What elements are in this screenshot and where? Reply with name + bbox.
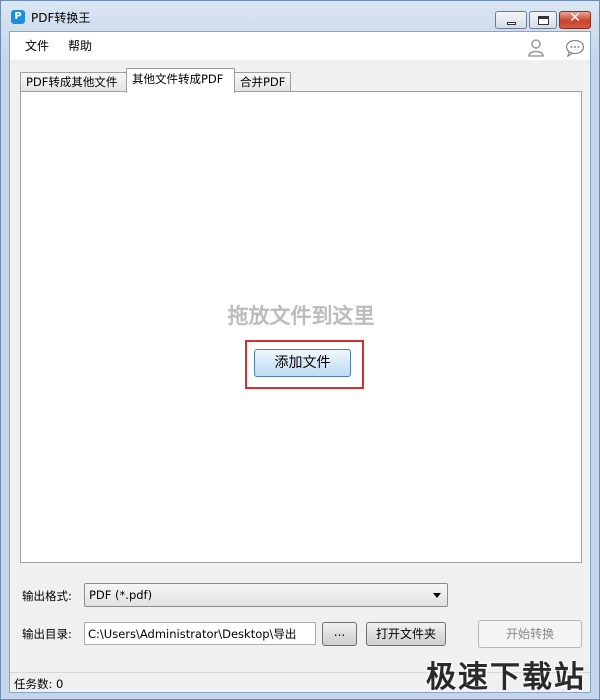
minimize-icon [507,22,516,25]
title-bar: P PDF转换王 ✕ [1,1,599,31]
tab-merge-pdf[interactable]: 合并PDF [234,72,291,92]
close-button[interactable]: ✕ [559,10,591,29]
add-file-button[interactable]: 添加文件 [254,349,351,377]
menu-bar: 文件 帮助 [10,32,590,60]
user-icon[interactable] [528,39,544,57]
menu-file[interactable]: 文件 [25,37,49,54]
output-format-select[interactable]: PDF (*.pdf) [84,583,448,607]
chevron-down-icon [433,593,441,598]
tab-pdf-to-other[interactable]: PDF转成其他文件 [20,72,127,92]
output-format-value: PDF (*.pdf) [89,588,153,602]
client-area: 文件 帮助 PDF转成其他文件 其他文件转成PDF 合并PDF 拖放文件到这里 … [9,31,591,693]
output-dir-label: 输出目录: [22,627,72,641]
tab-other-to-pdf[interactable]: 其他文件转成PDF [126,68,235,93]
output-format-label: 输出格式: [22,589,72,603]
close-icon: ✕ [569,10,581,26]
drop-hint-text: 拖放文件到这里 [227,304,375,328]
menu-help[interactable]: 帮助 [68,37,92,54]
maximize-button[interactable] [529,11,557,29]
watermark-text: 极速下载站 [426,660,586,695]
browse-button[interactable]: ... [322,622,357,646]
open-folder-button[interactable]: 打开文件夹 [366,622,446,646]
window-title: PDF转换王 [31,11,91,25]
output-dir-input[interactable]: C:\Users\Administrator\Desktop\导出 [84,622,316,645]
app-logo-icon: P [11,10,25,24]
start-convert-button[interactable]: 开始转换 [478,620,582,648]
app-window: P PDF转换王 ✕ 文件 帮助 PDF转成其他文件 其他文件转成PDF 合并P… [0,0,600,700]
minimize-button[interactable] [495,11,527,29]
drop-zone[interactable]: 拖放文件到这里 添加文件 [20,91,582,563]
chat-icon[interactable] [565,39,585,57]
task-count: 任务数: 0 [14,677,64,691]
maximize-icon [538,16,549,25]
